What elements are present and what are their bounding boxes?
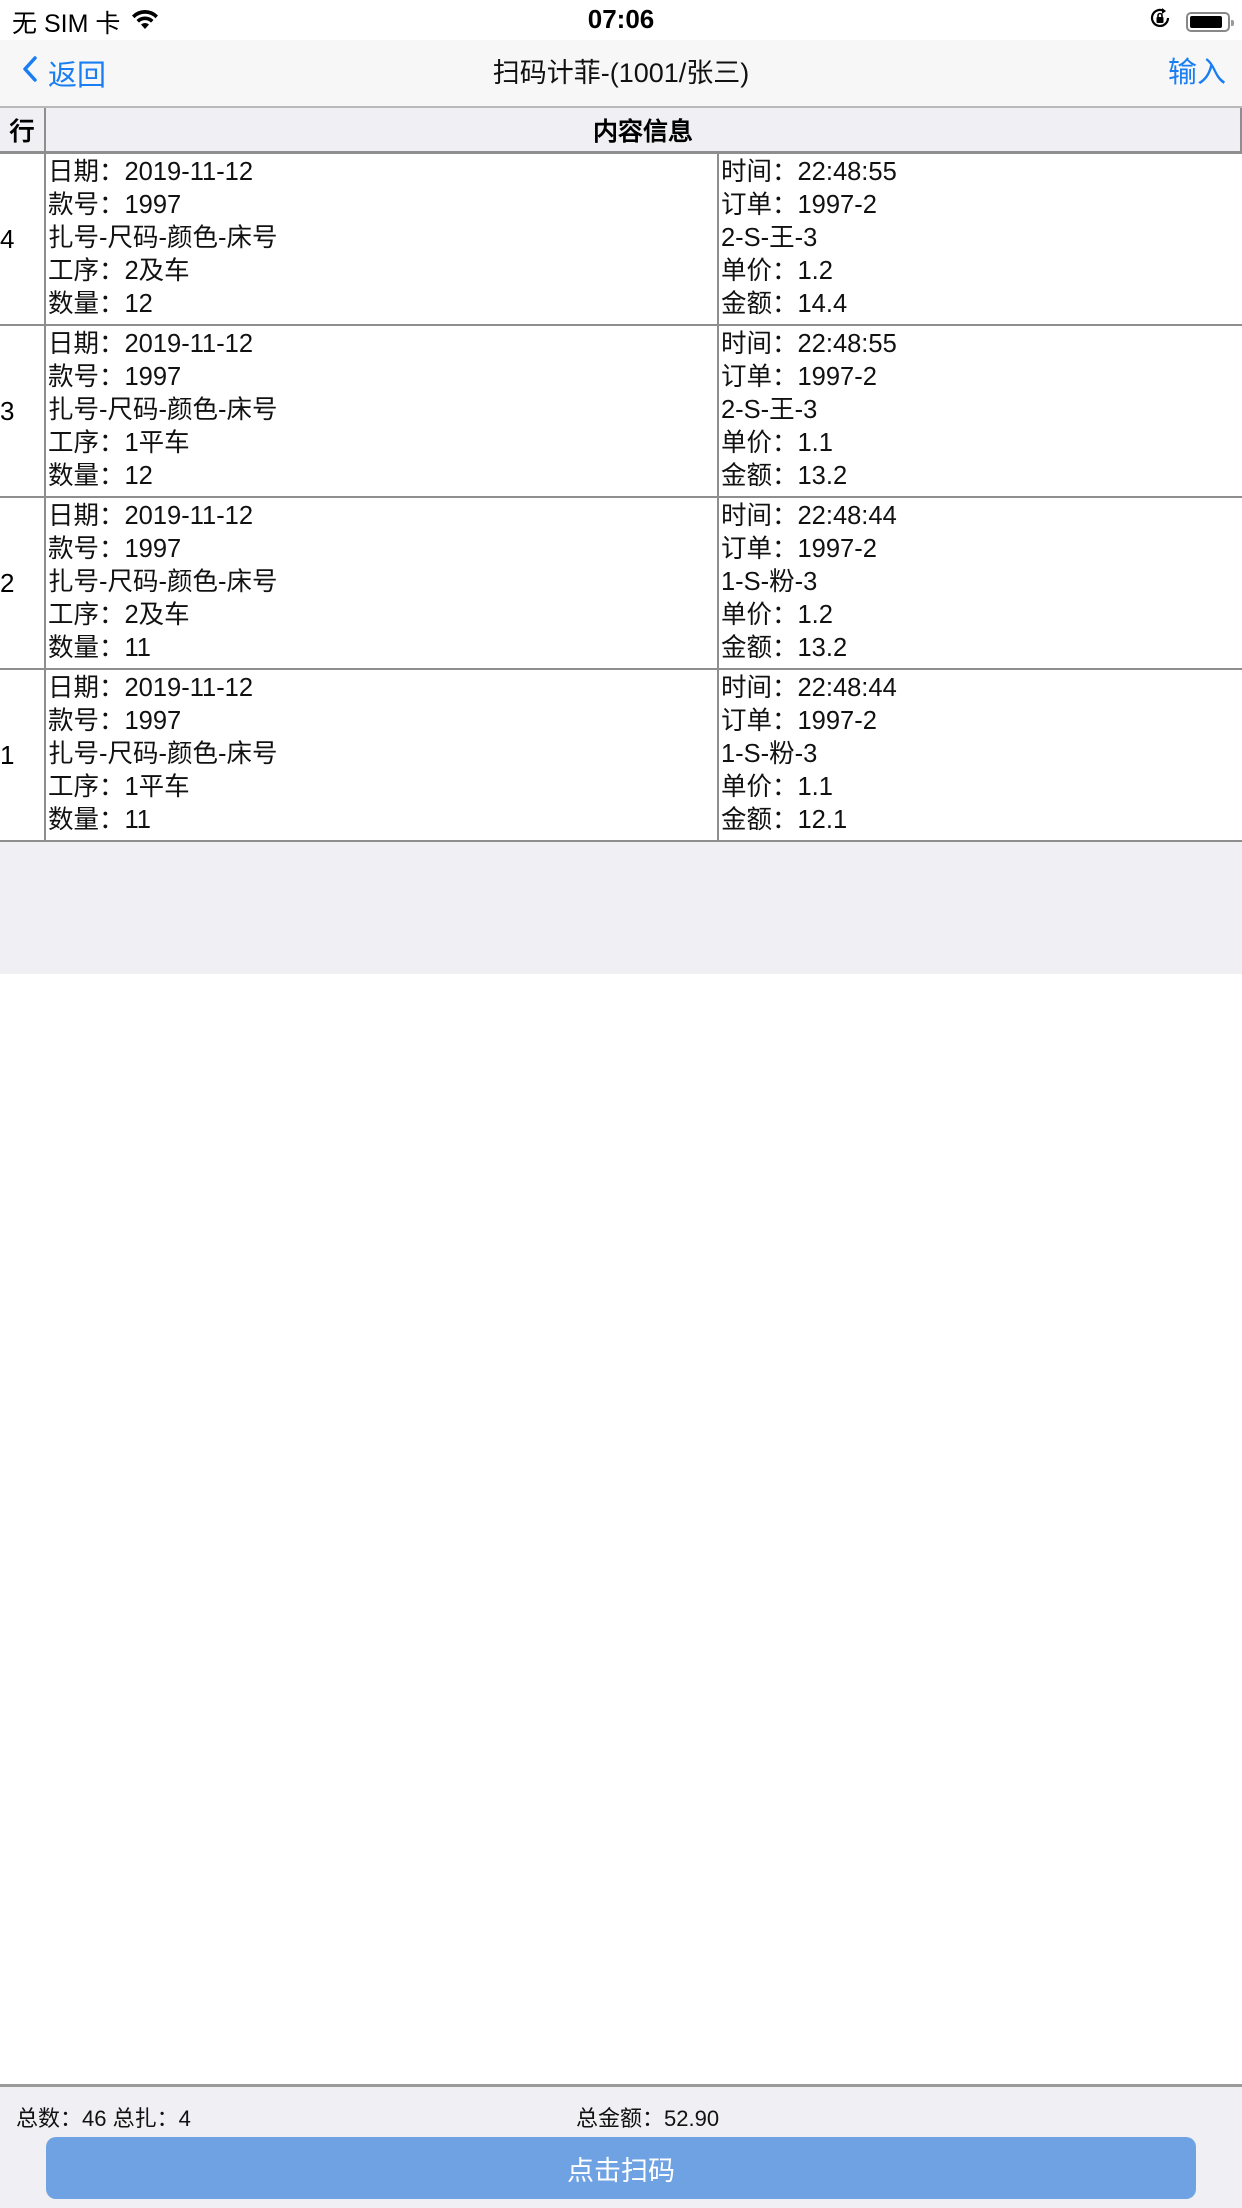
row-detail-left: 日期：2019-11-12 款号：1997 扎号-尺码-颜色-床号 工序：1平车 数量：… bbox=[46, 326, 719, 496]
table-footer-spacer bbox=[0, 842, 1242, 974]
battery-tip bbox=[1231, 19, 1234, 26]
detail-line: 日期：2019-11-12 bbox=[48, 674, 254, 702]
detail-line: 订单：1997-2 bbox=[721, 535, 877, 563]
input-button[interactable]: 输入 bbox=[1168, 40, 1226, 106]
row-detail-right: 时间：22:48:55 订单：1997-2 2-S-王-3 单价：1.1 金额：13.2 bbox=[719, 326, 1242, 496]
status-bar: 无 SIM 卡 07:06 bbox=[0, 0, 1242, 40]
detail-line: 款号：1997 bbox=[48, 535, 182, 563]
detail-line: 1-S-粉-3 bbox=[721, 568, 818, 596]
detail-line: 数量：12 bbox=[48, 290, 153, 318]
chevron-left-icon bbox=[22, 56, 38, 90]
totals-count: 总数：46 总扎：4 bbox=[16, 2106, 191, 2131]
scan-button[interactable]: 点击扫码 bbox=[46, 2137, 1196, 2199]
row-number: 1 bbox=[0, 670, 46, 840]
detail-line: 订单：1997-2 bbox=[721, 191, 877, 219]
battery-icon bbox=[1186, 11, 1234, 32]
detail-line: 工序：1平车 bbox=[48, 773, 190, 801]
totals-amount: 总金额：52.90 bbox=[576, 2106, 720, 2131]
detail-line: 扎号-尺码-颜色-床号 bbox=[48, 740, 278, 768]
row-detail-left: 日期：2019-11-12 款号：1997 扎号-尺码-颜色-床号 工序：2及车 数量：… bbox=[46, 154, 719, 324]
detail-line: 金额：14.4 bbox=[721, 290, 848, 318]
battery-level bbox=[1190, 15, 1223, 28]
detail-line: 扎号-尺码-颜色-床号 bbox=[48, 224, 278, 252]
detail-line: 时间：22:48:44 bbox=[721, 502, 897, 530]
page-title: 扫码计菲-(1001/张三) bbox=[492, 58, 750, 88]
detail-line: 2-S-王-3 bbox=[721, 396, 818, 424]
detail-line: 数量：11 bbox=[48, 634, 151, 662]
row-detail-right: 时间：22:48:55 订单：1997-2 2-S-王-3 单价：1.2 金额：14.4 bbox=[719, 154, 1242, 324]
bottom-toolbar: 总数：46 总扎：4 总金额：52.90 点击扫码 bbox=[0, 2084, 1242, 2208]
detail-line: 金额：12.1 bbox=[721, 806, 848, 834]
row-number: 2 bbox=[0, 498, 46, 668]
detail-line: 单价：1.2 bbox=[721, 257, 833, 285]
detail-line: 时间：22:48:55 bbox=[721, 330, 897, 358]
detail-line: 2-S-王-3 bbox=[721, 224, 818, 252]
detail-line: 数量：12 bbox=[48, 462, 153, 490]
navigation-bar: 返回 扫码计菲-(1001/张三) 输入 bbox=[0, 40, 1242, 108]
orientation-lock-icon bbox=[1148, 6, 1172, 37]
detail-line: 单价：1.2 bbox=[721, 601, 833, 629]
detail-line: 扎号-尺码-颜色-床号 bbox=[48, 396, 278, 424]
back-button[interactable]: 返回 bbox=[22, 40, 106, 106]
table-row[interactable]: 1 日期：2019-11-12 款号：1997 扎号-尺码-颜色-床号 工序：1平车 数量… bbox=[0, 670, 1242, 842]
detail-line: 订单：1997-2 bbox=[721, 707, 877, 735]
detail-line: 1-S-粉-3 bbox=[721, 740, 818, 768]
detail-line: 工序：2及车 bbox=[48, 601, 190, 629]
table-header: 行 内容信息 bbox=[0, 108, 1242, 154]
detail-line: 工序：2及车 bbox=[48, 257, 190, 285]
row-detail-right: 时间：22:48:44 订单：1997-2 1-S-粉-3 单价：1.2 金额：13.2 bbox=[719, 498, 1242, 668]
row-number: 4 bbox=[0, 154, 46, 324]
table-row[interactable]: 3 日期：2019-11-12 款号：1997 扎号-尺码-颜色-床号 工序：1平车 数量… bbox=[0, 326, 1242, 498]
detail-line: 日期：2019-11-12 bbox=[48, 158, 254, 186]
detail-line: 订单：1997-2 bbox=[721, 363, 877, 391]
detail-line: 时间：22:48:44 bbox=[721, 674, 897, 702]
detail-line: 日期：2019-11-12 bbox=[48, 330, 254, 358]
detail-line: 时间：22:48:55 bbox=[721, 158, 897, 186]
detail-line: 单价：1.1 bbox=[721, 773, 833, 801]
detail-line: 款号：1997 bbox=[48, 707, 182, 735]
detail-line: 数量：11 bbox=[48, 806, 151, 834]
header-content-info: 内容信息 bbox=[592, 117, 693, 146]
detail-line: 扎号-尺码-颜色-床号 bbox=[48, 568, 278, 596]
row-number: 3 bbox=[0, 326, 46, 496]
table-body: 4 日期：2019-11-12 款号：1997 扎号-尺码-颜色-床号 工序：2及车 数量… bbox=[0, 154, 1242, 842]
table-row[interactable]: 4 日期：2019-11-12 款号：1997 扎号-尺码-颜色-床号 工序：2及车 数量… bbox=[0, 154, 1242, 326]
row-detail-left: 日期：2019-11-12 款号：1997 扎号-尺码-颜色-床号 工序：2及车 数量：… bbox=[46, 498, 719, 668]
row-detail-left: 日期：2019-11-12 款号：1997 扎号-尺码-颜色-床号 工序：1平车 数量：… bbox=[46, 670, 719, 840]
detail-line: 款号：1997 bbox=[48, 191, 182, 219]
detail-line: 金额：13.2 bbox=[721, 634, 848, 662]
header-row-number: 行 bbox=[0, 108, 46, 151]
detail-line: 日期：2019-11-12 bbox=[48, 502, 254, 530]
status-time: 07:06 bbox=[587, 4, 655, 34]
row-detail-right: 时间：22:48:44 订单：1997-2 1-S-粉-3 单价：1.1 金额：12.1 bbox=[719, 670, 1242, 840]
detail-line: 金额：13.2 bbox=[721, 462, 848, 490]
back-label: 返回 bbox=[48, 60, 107, 92]
detail-line: 单价：1.1 bbox=[721, 429, 833, 457]
table-row[interactable]: 2 日期：2019-11-12 款号：1997 扎号-尺码-颜色-床号 工序：2及车 数量… bbox=[0, 498, 1242, 670]
detail-line: 款号：1997 bbox=[48, 363, 182, 391]
status-right bbox=[1148, 6, 1234, 37]
detail-line: 工序：1平车 bbox=[48, 429, 190, 457]
records-table: 行 内容信息 4 日期：2019-11-12 款号：1997 扎号-尺码-颜色-床号工… bbox=[0, 108, 1242, 842]
